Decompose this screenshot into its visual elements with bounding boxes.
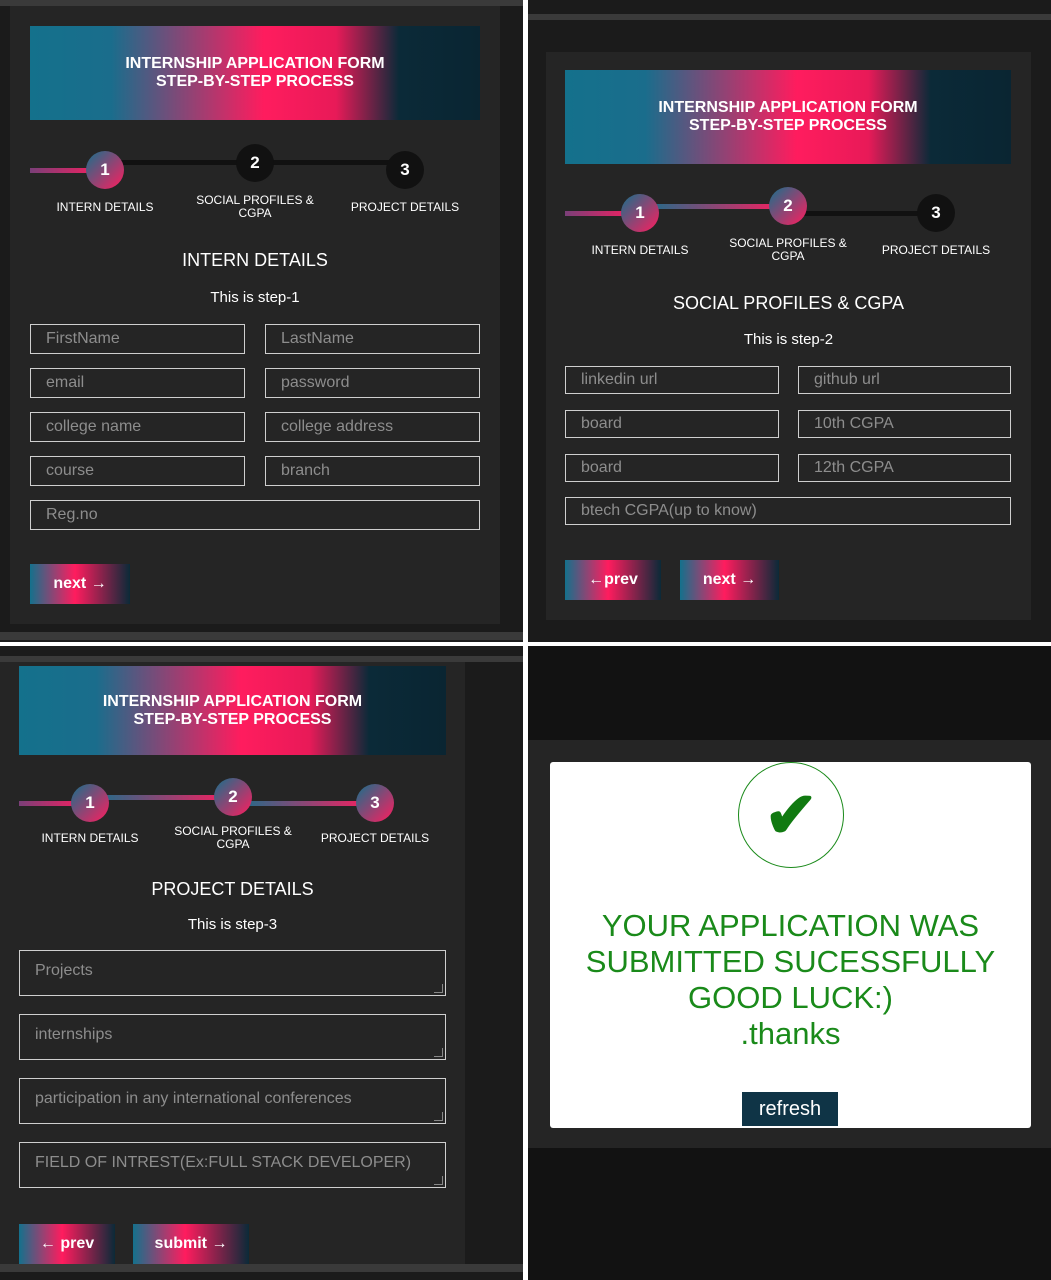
step-circle-2: 2 (769, 187, 807, 225)
progress-line-done (640, 204, 788, 209)
section-title: INTERN DETAILS (182, 250, 328, 270)
step-label-2: SOCIAL PROFILES & CGPA (729, 236, 847, 263)
success-panel: ✔ YOUR APPLICATION WAS SUBMITTED SUCESSF… (528, 646, 1051, 1280)
firstname-input[interactable]: FirstName (30, 324, 245, 354)
submit-button[interactable]: submit → (133, 1224, 249, 1264)
progress-line-todo (788, 211, 936, 216)
window-bottom-bar (0, 632, 523, 640)
step-label-1: INTERN DETAILS (591, 243, 689, 257)
form-header: INTERNSHIP APPLICATION FORM STEP-BY-STEP… (30, 26, 480, 120)
field-of-interest-textarea[interactable]: FIELD OF INTREST(Ex:FULL STACK DEVELOPER… (19, 1142, 446, 1188)
success-line3: GOOD LUCK:) (688, 980, 893, 1015)
next-button[interactable]: next → (680, 560, 779, 600)
cgpa-10th-input[interactable]: 10th CGPA (798, 410, 1011, 438)
refresh-button[interactable]: refresh (742, 1092, 838, 1126)
window-bottom-bar (0, 1264, 523, 1272)
email-input[interactable]: email (30, 368, 245, 398)
conferences-textarea[interactable]: participation in any international confe… (19, 1078, 446, 1124)
linkedin-input[interactable]: linkedin url (565, 366, 779, 394)
prev-button[interactable]: ← prev (19, 1224, 115, 1264)
header-title: INTERNSHIP APPLICATION FORM (102, 692, 363, 710)
step1-panel: INTERNSHIP APPLICATION FORM STEP-BY-STEP… (0, 0, 523, 642)
board-10th-input[interactable]: board (565, 410, 779, 438)
step-label-2: SOCIAL PROFILES & CGPA (174, 824, 292, 851)
lastname-input[interactable]: LastName (265, 324, 480, 354)
progress-line-done (90, 795, 233, 800)
projects-textarea[interactable]: Projects (19, 950, 446, 996)
btech-cgpa-input[interactable]: btech CGPA(up to know) (565, 497, 1011, 525)
step-circle-2: 2 (236, 144, 274, 182)
section-subtitle: This is step-3 (187, 916, 278, 933)
board-12th-input[interactable]: board (565, 454, 779, 482)
check-icon: ✔ (738, 762, 844, 868)
header-subtitle: STEP-BY-STEP PROCESS (133, 710, 332, 728)
form-header: INTERNSHIP APPLICATION FORM STEP-BY-STEP… (19, 666, 446, 755)
college-name-input[interactable]: college name (30, 412, 245, 442)
password-input[interactable]: password (265, 368, 480, 398)
regno-input[interactable]: Reg.no (30, 500, 480, 530)
header-subtitle: STEP-BY-STEP PROCESS (689, 117, 887, 134)
header-title: INTERNSHIP APPLICATION FORM (125, 55, 385, 72)
step-circle-3: 3 (917, 194, 955, 232)
step-label-1: INTERN DETAILS (41, 831, 139, 845)
form-header: INTERNSHIP APPLICATION FORM STEP-BY-STEP… (565, 70, 1011, 164)
branch-input[interactable]: branch (265, 456, 480, 486)
success-line2: SUBMITTED SUCESSFULLY (585, 944, 996, 979)
step-label-3: PROJECT DETAILS (320, 831, 430, 845)
step2-panel: INTERNSHIP APPLICATION FORM STEP-BY-STEP… (528, 0, 1051, 642)
step-label-3: PROJECT DETAILS (350, 200, 460, 214)
cgpa-12th-input[interactable]: 12th CGPA (798, 454, 1011, 482)
next-button[interactable]: next → (30, 564, 130, 604)
progress-line-done (233, 801, 375, 806)
internships-textarea[interactable]: internships (19, 1014, 446, 1060)
college-address-input[interactable]: college address (265, 412, 480, 442)
step-circle-2: 2 (214, 778, 252, 816)
window-top-bar (528, 14, 1051, 20)
step-label-1: INTERN DETAILS (56, 200, 154, 214)
course-input[interactable]: course (30, 456, 245, 486)
success-line4: .thanks (740, 1016, 841, 1051)
step-circle-3: 3 (356, 784, 394, 822)
step-circle-1: 1 (621, 194, 659, 232)
section-title: SOCIAL PROFILES & CGPA (672, 293, 905, 313)
step-circle-1: 1 (86, 151, 124, 189)
step-circle-3: 3 (386, 151, 424, 189)
step-label-2: SOCIAL PROFILES & CGPA (196, 193, 314, 220)
step-label-3: PROJECT DETAILS (881, 243, 991, 257)
prev-button[interactable]: ←prev (565, 560, 661, 600)
step3-panel: INTERNSHIP APPLICATION FORM STEP-BY-STEP… (0, 646, 523, 1280)
success-modal: ✔ YOUR APPLICATION WAS SUBMITTED SUCESSF… (550, 762, 1031, 1128)
header-subtitle: STEP-BY-STEP PROCESS (156, 73, 354, 90)
header-title: INTERNSHIP APPLICATION FORM (658, 99, 918, 116)
step-circle-1: 1 (71, 784, 109, 822)
section-title: PROJECT DETAILS (151, 879, 314, 899)
section-subtitle: This is step-1 (210, 289, 300, 306)
success-line1: YOUR APPLICATION WAS (601, 908, 980, 943)
github-input[interactable]: github url (798, 366, 1011, 394)
section-subtitle: This is step-2 (743, 331, 834, 348)
